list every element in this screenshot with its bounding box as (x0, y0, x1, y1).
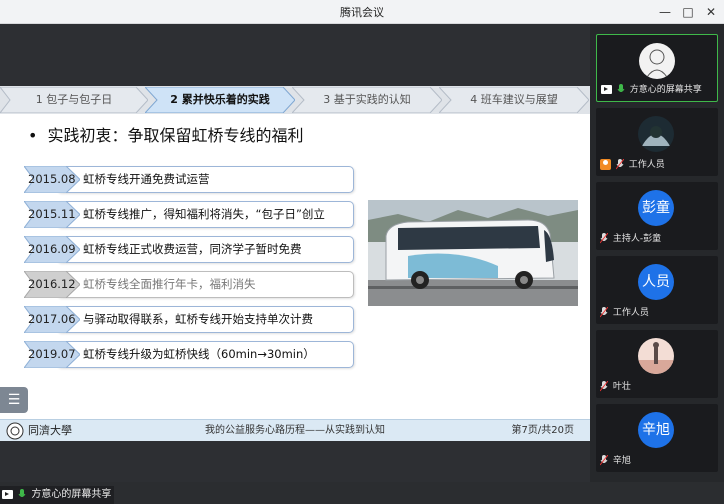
slide-heading: • 实践初衷：争取保留虹桥专线的福利 (28, 122, 303, 146)
nav-step-1: 1 包子与包子日 (0, 87, 148, 113)
timeline-text: 虹桥专线推广，得知福利将消失，“包子日”创立 (56, 201, 354, 228)
timeline-text: 虹桥专线全面推行年卡，福利消失 (56, 271, 354, 298)
mic-icon (600, 455, 608, 466)
participant-tile[interactable]: 方意心的屏幕共享 (596, 34, 718, 102)
avatar (639, 43, 675, 79)
participant-tile[interactable]: 人员 工作人员 (596, 256, 718, 324)
timeline-row: 虹桥专线升级为虹桥快线（60min→30min） 2019.07 (24, 341, 364, 368)
participant-sidebar: 方意心的屏幕共享 工作人员 彭童 主持人-彭童 人员 工作人员 叶壮 辛旭 辛旭 (590, 24, 724, 482)
participant-name: 辛旭 (612, 456, 631, 466)
mic-icon (18, 488, 26, 497)
participant-tile[interactable]: 彭童 主持人-彭童 (596, 182, 718, 250)
page-indicator: 第7页/共20页 (511, 425, 574, 436)
share-status-text: 方意心的屏幕共享 (31, 489, 112, 500)
nav-step-4: 4 班车建议与展望 (439, 87, 589, 113)
timeline-date: 2017.06 (28, 312, 76, 326)
nav-step-3: 3 基于实践的认知 (292, 87, 442, 113)
title-bar: 腾讯会议 — □ ✕ (0, 0, 724, 24)
person-icon (600, 159, 611, 170)
avatar: 彭童 (638, 190, 674, 226)
timeline-date: 2019.07 (28, 347, 76, 361)
participant-name: 叶壮 (612, 382, 631, 392)
mic-icon (615, 159, 624, 170)
participant-label: 辛旭 (600, 454, 631, 468)
mic-icon (600, 381, 608, 392)
timeline-date: 2016.12 (28, 277, 76, 291)
participant-tile[interactable]: 叶壮 (596, 330, 718, 398)
avatar (638, 116, 674, 152)
avatar: 人员 (638, 264, 674, 300)
participant-tile[interactable]: 辛旭 辛旭 (596, 404, 718, 472)
footer-title: 我的公益服务心路历程——从实践到认知 (205, 425, 385, 436)
timeline-row: 虹桥专线全面推行年卡，福利消失 2016.12 (24, 271, 364, 298)
participant-name: 方意心的屏幕共享 (629, 85, 702, 95)
nav-step-2: 2 累并快乐着的实践 (145, 87, 295, 113)
participant-tile[interactable]: 工作人员 (596, 108, 718, 176)
avatar: 辛旭 (638, 412, 674, 448)
share-screen-icon (601, 85, 612, 94)
share-screen-icon (2, 489, 13, 499)
mic-icon (600, 307, 608, 318)
participant-name: 工作人员 (628, 160, 665, 170)
mic-icon (617, 84, 625, 92)
timeline-text: 虹桥专线开通免费试运营 (56, 166, 354, 193)
close-icon[interactable]: ✕ (700, 2, 722, 22)
timeline-date: 2015.08 (28, 172, 76, 186)
timeline-date: 2015.11 (28, 207, 76, 221)
timeline-row: 虹桥专线推广，得知福利将消失，“包子日”创立 2015.11 (24, 201, 364, 228)
timeline-text: 虹桥专线正式收费运营，同济学子暂时免费 (56, 236, 354, 263)
avatar (638, 338, 674, 374)
minimize-icon[interactable]: — (654, 2, 676, 22)
maximize-icon[interactable]: □ (677, 2, 699, 22)
timeline-text: 虹桥专线升级为虹桥快线（60min→30min） (56, 341, 354, 368)
participant-label: 方意心的屏幕共享 (601, 83, 702, 97)
bus-photo (368, 200, 578, 306)
participant-name: 工作人员 (612, 308, 649, 318)
progress-nav: 1 包子与包子日 2 累并快乐着的实践 3 基于实践的认知 4 班车建议与展望 (0, 86, 590, 114)
timeline-row: 虹桥专线开通免费试运营 2015.08 (24, 166, 364, 193)
participant-label: 主持人-彭童 (600, 232, 661, 246)
list-icon[interactable]: ☰ (0, 387, 28, 413)
heading-bullet: • (28, 126, 38, 145)
participant-label: 工作人员 (600, 306, 649, 320)
mic-icon (600, 233, 608, 244)
timeline-text: 与驿动取得联系，虹桥专线开始支持单次计费 (56, 306, 354, 333)
timeline-row: 与驿动取得联系，虹桥专线开始支持单次计费 2017.06 (24, 306, 364, 333)
slide: 1 包子与包子日 2 累并快乐着的实践 3 基于实践的认知 4 班车建议与展望 … (0, 86, 590, 441)
participant-label: 工作人员 (600, 158, 665, 172)
share-status-bar: 方意心的屏幕共享 (0, 486, 114, 504)
heading-text: 实践初衷：争取保留虹桥专线的福利 (47, 126, 304, 145)
timeline-date: 2016.09 (28, 242, 76, 256)
participant-label: 叶壮 (600, 380, 631, 394)
window-title: 腾讯会议 (340, 6, 384, 19)
slide-footer: 同濟大學 我的公益服务心路历程——从实践到认知 第7页/共20页 (0, 419, 590, 441)
participant-name: 主持人-彭童 (612, 234, 662, 244)
screen-share-area: 1 包子与包子日 2 累并快乐着的实践 3 基于实践的认知 4 班车建议与展望 … (0, 24, 590, 504)
timeline-row: 虹桥专线正式收费运营，同济学子暂时免费 2016.09 (24, 236, 364, 263)
